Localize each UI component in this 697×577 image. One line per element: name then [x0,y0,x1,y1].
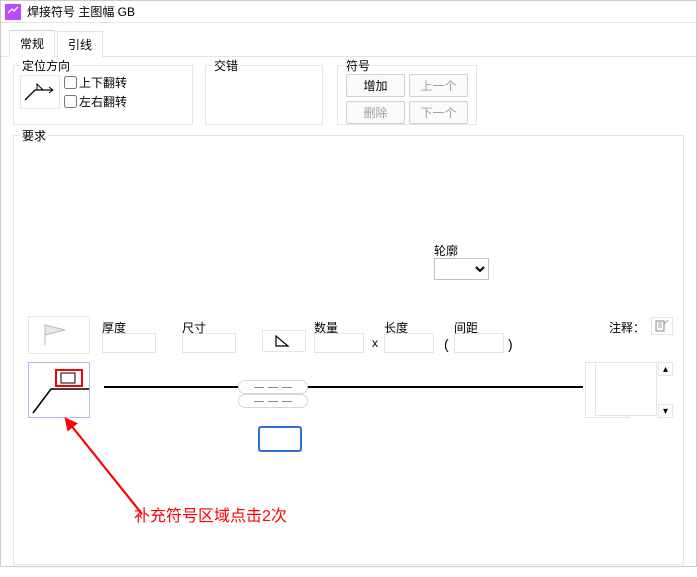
tab-row: 常规 引线 [1,23,696,57]
groove-picker[interactable] [262,330,306,352]
group-position: 定位方向 上下翻转 左右翻转 [13,65,193,125]
window-title: 焊接符号 主图幅 GB [27,3,135,20]
orientation-icon[interactable] [20,75,60,109]
contour-select[interactable] [434,258,489,280]
tab-body: 定位方向 上下翻转 左右翻转 交错 [1,57,696,577]
note-scroll-down[interactable]: ▾ [658,404,673,418]
triangle-icon [274,334,294,348]
quantity-label: 数量 [314,319,338,336]
tab-general[interactable]: 常规 [9,30,55,57]
group-symbol-label: 符号 [344,57,372,74]
size-label: 尺寸 [182,319,206,336]
pitch-input[interactable] [454,333,504,353]
group-stagger: 交错 [205,65,323,125]
contour-label: 轮廓 [434,242,458,259]
pitch-label: 间距 [454,319,478,336]
flip-horizontal-checkbox[interactable]: 左右翻转 [64,93,127,110]
symbol-prev-button[interactable]: 上一个 [409,74,468,97]
titlebar: 焊接符号 主图幅 GB [1,1,696,23]
flag-button[interactable] [28,316,90,354]
dash-slot-2[interactable] [238,394,308,408]
size-input[interactable] [182,333,236,353]
paren-right: ) [508,336,513,352]
thickness-input[interactable] [102,333,156,353]
annotation-text: 补充符号区域点击2次 [134,502,287,526]
flip-vertical-checkbox[interactable]: 上下翻转 [64,74,127,91]
flag-icon [39,321,79,349]
flip-vertical-label: 上下翻转 [79,74,127,91]
symbol-add-button[interactable]: 增加 [346,74,405,97]
note-edit-icon [655,320,669,332]
note-edit-button[interactable] [651,317,673,335]
flip-horizontal-input[interactable] [64,95,77,108]
app-window: 焊接符号 主图幅 GB 常规 引线 定位方向 上下翻转 左右翻转 [0,0,697,567]
multiply-symbol: x [372,336,378,350]
symbol-canvas: ▴ ▾ [28,362,673,418]
app-icon [5,4,21,20]
note-scroll-up[interactable]: ▴ [658,362,673,376]
tab-leader[interactable]: 引线 [57,31,103,57]
group-position-label: 定位方向 [20,57,72,74]
flip-horizontal-label: 左右翻转 [79,93,127,110]
length-label: 长度 [384,319,408,336]
supplementary-symbol-area[interactable] [28,362,90,418]
selected-slot[interactable] [258,426,302,452]
thickness-label: 厚度 [102,319,126,336]
symbol-delete-button[interactable]: 删除 [346,101,405,124]
group-stagger-label: 交错 [212,57,240,74]
highlight-box [55,369,83,387]
reference-line [104,386,583,388]
quantity-input[interactable] [314,333,364,353]
note-label: 注释： [609,319,645,336]
length-input[interactable] [384,333,434,353]
dash-slot-1[interactable] [238,380,308,394]
symbol-next-button[interactable]: 下一个 [409,101,468,124]
note-textarea[interactable] [595,362,657,416]
paren-left: ( [444,336,449,352]
group-symbol: 符号 增加 上一个 删除 下一个 [337,65,477,125]
note-field: ▴ ▾ [595,362,673,418]
flip-vertical-input[interactable] [64,76,77,89]
group-requirements: 要求 轮廓 厚度 尺寸 [13,135,684,565]
